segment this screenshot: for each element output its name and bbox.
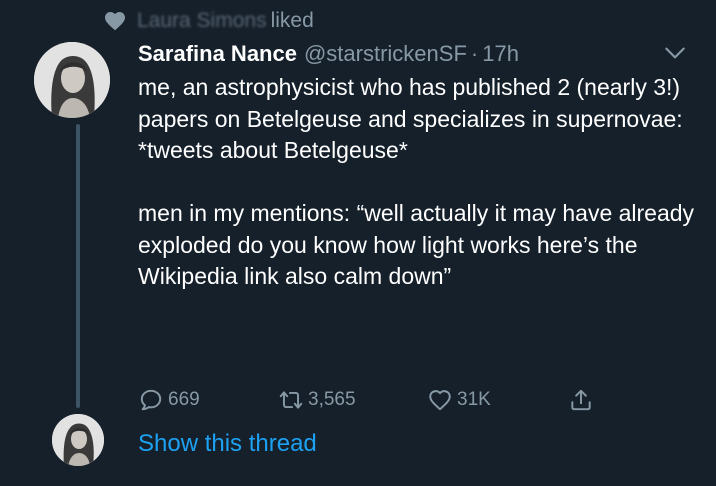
- show-thread-link[interactable]: Show this thread: [138, 430, 317, 458]
- tweet-paragraph-1: me, an astrophysicist who has published …: [138, 74, 683, 163]
- reply-button[interactable]: 669: [138, 384, 200, 416]
- header-separator: ·: [470, 41, 479, 66]
- share-button[interactable]: [568, 384, 594, 416]
- share-icon: [571, 389, 591, 411]
- author-avatar[interactable]: [34, 42, 110, 118]
- author-avatar-thread[interactable]: [52, 414, 104, 466]
- tweet-actions: 669 3,565 31K: [138, 384, 608, 416]
- like-count: 31K: [457, 389, 491, 410]
- retweet-count: 3,565: [308, 389, 356, 410]
- portrait-image: [34, 42, 110, 118]
- liked-label: liked: [270, 9, 314, 32]
- tweet-header: Sarafina Nance @starstrickenSF · 17h: [138, 38, 519, 70]
- tweet-timestamp[interactable]: 17h: [482, 41, 519, 67]
- social-context: Laura Simons liked: [103, 6, 314, 36]
- reply-icon: [140, 389, 162, 411]
- tweet-body: me, an astrophysicist who has published …: [138, 72, 698, 293]
- author-display-name[interactable]: Sarafina Nance: [138, 41, 297, 67]
- like-heart-icon: [429, 390, 451, 411]
- tweet-paragraph-2: men in my mentions: “well actually it ma…: [138, 200, 695, 289]
- author-handle[interactable]: @starstrickenSF: [304, 41, 467, 67]
- retweet-button[interactable]: 3,565: [278, 384, 356, 416]
- liker-name[interactable]: Laura Simons: [137, 9, 267, 33]
- like-button[interactable]: 31K: [427, 384, 491, 416]
- retweet-icon: [279, 391, 303, 409]
- heart-icon: [105, 12, 125, 31]
- portrait-image-small: [52, 414, 104, 466]
- thread-connector-line: [76, 124, 80, 408]
- reply-count: 669: [168, 389, 200, 410]
- chevron-down-icon[interactable]: [662, 40, 688, 66]
- tweet-view: Laura Simons liked Sarafina Nance @stars…: [0, 0, 716, 486]
